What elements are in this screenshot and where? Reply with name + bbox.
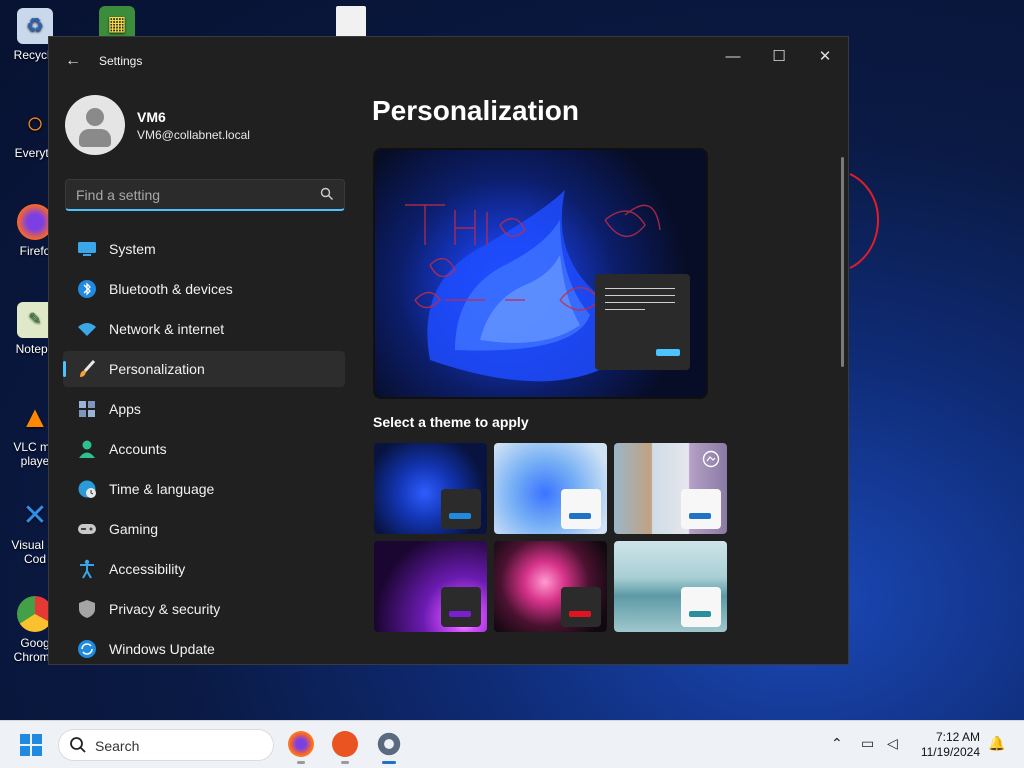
nav-item-label: Gaming: [109, 521, 159, 537]
bluetooth-icon: [77, 279, 97, 299]
preview-line: [605, 288, 675, 289]
minimize-button[interactable]: —: [710, 41, 756, 73]
gamepad-icon: [77, 519, 97, 539]
nav-item-label: Time & language: [109, 481, 215, 497]
nav-item-gaming[interactable]: Gaming: [63, 511, 345, 547]
avatar[interactable]: [65, 95, 125, 155]
theme-windows-light[interactable]: [494, 443, 607, 534]
nav-item-system[interactable]: System: [63, 231, 345, 267]
nav-item-network[interactable]: Network & internet: [63, 311, 345, 347]
preview-button: [656, 349, 680, 356]
profile-name: VM6: [137, 109, 166, 125]
theme-accent-bar: [569, 513, 591, 519]
theme-accent-bar: [449, 513, 471, 519]
section-title: Select a theme to apply: [373, 414, 529, 430]
theme-windows-dark[interactable]: [374, 443, 487, 534]
system-icon: [77, 239, 97, 259]
theme-flow[interactable]: [614, 541, 727, 632]
red-ink-annotation: [849, 173, 880, 269]
settings-gear-icon[interactable]: [376, 731, 402, 764]
running-indicator: [341, 761, 349, 764]
close-button[interactable]: ✕: [802, 41, 848, 73]
avatar-head: [86, 108, 104, 126]
nav-item-bluetooth[interactable]: Bluetooth & devices: [63, 271, 345, 307]
ubuntu-icon[interactable]: [332, 731, 358, 764]
nav-item-label: Apps: [109, 401, 141, 417]
shield-icon: [77, 599, 97, 619]
theme-preview: [373, 148, 708, 399]
taskbar-search[interactable]: Search: [58, 729, 274, 761]
profile-email: VM6@collabnet.local: [137, 128, 250, 142]
theme-mini-window: [441, 489, 481, 529]
avatar-body: [79, 129, 111, 147]
preview-line: [605, 295, 675, 296]
nav-item-personalization[interactable]: Personalization: [63, 351, 345, 387]
clock-date: 11/19/2024: [920, 745, 980, 759]
search-input[interactable]: [76, 185, 306, 205]
volume-muted-icon[interactable]: ◁: [887, 735, 898, 752]
running-indicator: [382, 761, 396, 764]
settings-nav: System Bluetooth & devices Network & int…: [63, 231, 345, 664]
network-icon[interactable]: ▭: [861, 735, 874, 752]
preview-line: [605, 309, 645, 310]
preview-line: [605, 302, 675, 303]
taskbar-clock[interactable]: 7:12 AM 11/19/2024: [921, 730, 980, 760]
theme-accent-bar: [689, 513, 711, 519]
wifi-icon: [77, 319, 97, 339]
theme-accent-bar: [449, 611, 471, 617]
nav-item-time-language[interactable]: Time & language: [63, 471, 345, 507]
settings-window: ← Settings — ☐ ✕ VM6 VM6@collabnet.local…: [48, 36, 849, 665]
theme-spotlight[interactable]: [614, 443, 727, 534]
theme-accent-bar: [569, 611, 591, 617]
nav-item-label: Accessibility: [109, 561, 186, 577]
search-icon: [70, 737, 86, 753]
theme-mini-window: [681, 489, 721, 529]
search-icon[interactable]: [320, 187, 334, 201]
nav-item-label: Bluetooth & devices: [109, 281, 233, 297]
taskbar-search-label: Search: [95, 738, 140, 754]
nav-item-apps[interactable]: Apps: [63, 391, 345, 427]
nav-item-label: Privacy & security: [109, 601, 221, 617]
theme-glow[interactable]: [374, 541, 487, 632]
nav-item-label: Windows Update: [109, 641, 215, 657]
notification-bell-icon[interactable]: 🔔: [988, 735, 1005, 752]
settings-search-box[interactable]: [65, 179, 345, 211]
back-arrow-icon[interactable]: ←: [61, 51, 85, 71]
maximize-button[interactable]: ☐: [756, 41, 802, 73]
nav-item-label: Accounts: [109, 441, 167, 457]
page-title: Personalization: [372, 95, 579, 126]
preview-dialog: [595, 274, 690, 370]
theme-mini-window: [441, 587, 481, 627]
running-indicator: [297, 761, 305, 764]
theme-mini-window: [561, 587, 601, 627]
nav-item-label: System: [109, 241, 156, 257]
theme-mini-window: [681, 587, 721, 627]
theme-mini-window: [561, 489, 601, 529]
accounts-icon: [77, 439, 97, 459]
nav-item-label: Personalization: [109, 361, 205, 377]
update-icon: [77, 639, 97, 659]
title-bar[interactable]: ← Settings — ☐ ✕: [49, 37, 848, 85]
theme-accent-bar: [689, 611, 711, 617]
theme-captured-motion[interactable]: [494, 541, 607, 632]
nav-item-windows-update[interactable]: Windows Update: [63, 631, 345, 664]
paintbrush-icon: [77, 359, 97, 379]
accessibility-icon: [77, 559, 97, 579]
nav-item-accounts[interactable]: Accounts: [63, 431, 345, 467]
nav-item-privacy[interactable]: Privacy & security: [63, 591, 345, 627]
firefox-icon[interactable]: [288, 731, 314, 764]
nav-item-label: Network & internet: [109, 321, 225, 337]
clock-time: 7:12 AM: [935, 730, 980, 744]
window-title: Settings: [99, 54, 143, 68]
chevron-up-icon[interactable]: ⌃: [831, 735, 843, 752]
slideshow-icon: [702, 450, 720, 468]
apps-icon: [77, 399, 97, 419]
taskbar: Search ⌃ ▭ ◁ 7:12 AM 11/19/2024 🔔: [0, 720, 1024, 768]
clock-globe-icon: [77, 479, 97, 499]
windows-start-icon[interactable]: [19, 733, 43, 757]
nav-item-accessibility[interactable]: Accessibility: [63, 551, 345, 587]
scrollbar[interactable]: [841, 157, 844, 367]
